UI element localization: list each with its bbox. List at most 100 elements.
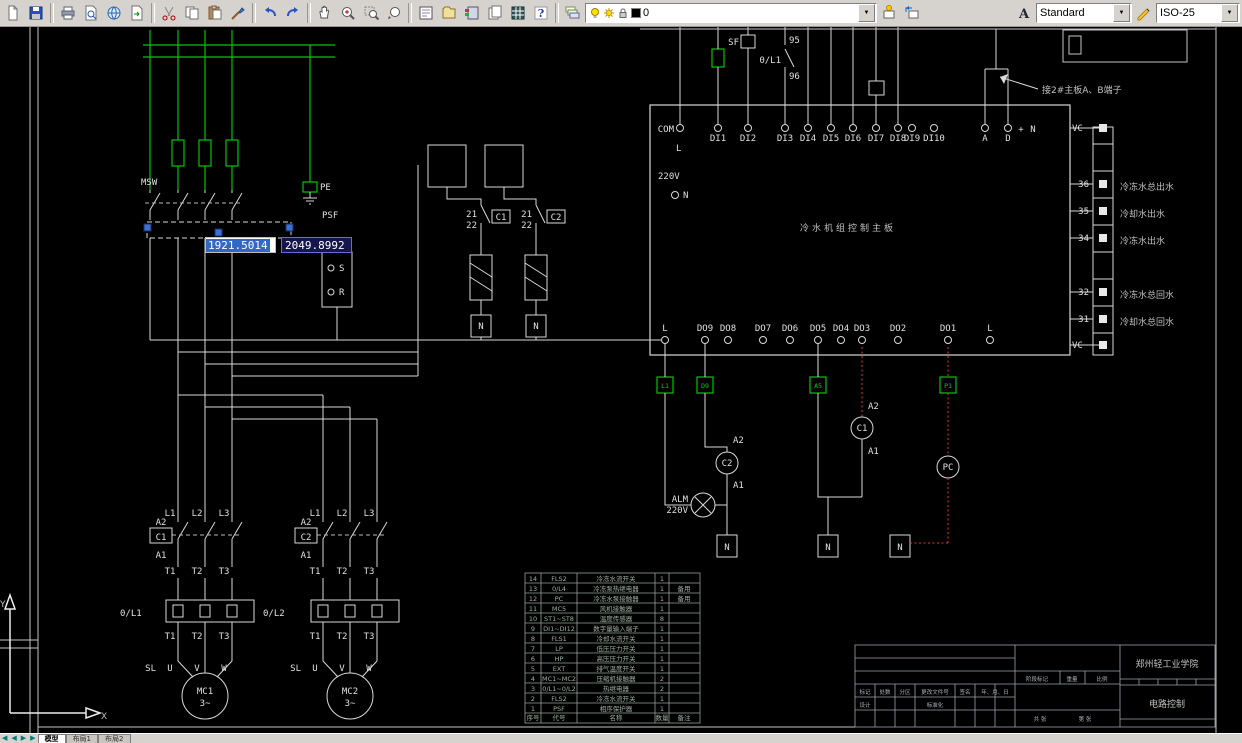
properties-button[interactable] [415, 2, 437, 24]
tab-model[interactable]: 模型 [37, 734, 66, 743]
toolbar-separator [555, 3, 559, 23]
zoom-realtime-button[interactable] [337, 2, 359, 24]
make-layer-current-button[interactable] [878, 2, 900, 24]
tool-palettes-button[interactable] [461, 2, 483, 24]
bom-header: 名称 [610, 713, 624, 722]
svg-text:DI10: DI10 [923, 134, 945, 144]
bom-cell: 高压压力开关 [597, 654, 637, 663]
cut-button[interactable] [158, 2, 180, 24]
bom-cell: 2 [660, 675, 664, 683]
dynamic-input-x-value: 1921.5014 [206, 238, 270, 252]
bom-cell: 冷冻水流开关 [597, 574, 637, 583]
svg-text:DI1: DI1 [710, 134, 726, 144]
layer-combo-arrow[interactable]: ▼ [858, 4, 875, 22]
svg-text:C2: C2 [722, 459, 733, 469]
title-block-cell: 处数 [879, 688, 891, 696]
svg-text:21: 21 [521, 210, 532, 220]
tab-layout2[interactable]: 布局2 [98, 734, 131, 743]
bom-table: 14 FLS2 冷冻水流开关 1 13 0/L4 冷冻泵热继电器 1 备用 12 PC 冷冻水泵接… [527, 574, 692, 722]
grip [214, 228, 223, 237]
tab-nav-last-icon[interactable]: ▶ [28, 734, 37, 743]
tab-nav-prev-icon[interactable]: ◀ [9, 734, 18, 743]
svg-text:32: 32 [1078, 288, 1089, 298]
svg-text:A: A [1018, 7, 1030, 21]
bom-cell: 冷冻水泵接触器 [593, 594, 639, 603]
undo-button[interactable] [259, 2, 281, 24]
bom-cell: 排气温度开关 [597, 664, 637, 673]
dynamic-input-y[interactable]: 2049.8992 [281, 237, 352, 253]
publish-button[interactable] [103, 2, 125, 24]
dim-style-combo[interactable]: ISO-25 ▼ [1156, 3, 1240, 23]
svg-text:C2: C2 [551, 213, 562, 223]
svg-text:DO2: DO2 [890, 324, 906, 334]
svg-text:T1: T1 [310, 632, 321, 642]
sheetset-manager-button[interactable] [484, 2, 506, 24]
bom-header: 数量 [656, 713, 670, 722]
title-block-cell: 阶段标记 [1026, 675, 1049, 683]
pan-button[interactable] [314, 2, 336, 24]
selection-grips[interactable] [143, 223, 294, 237]
text-style-button[interactable]: A [1013, 2, 1035, 24]
copy-button[interactable] [181, 2, 203, 24]
title-block-drawing-title: 电路控制 [1149, 698, 1185, 710]
power-feed-lines [143, 30, 957, 394]
svg-text:V: V [194, 664, 200, 674]
text-style-combo-arrow[interactable]: ▼ [1113, 4, 1130, 22]
bom-cell: 3 [531, 685, 535, 693]
svg-text:L1: L1 [165, 509, 176, 519]
zoom-window-button[interactable] [360, 2, 382, 24]
tab-nav-first-icon[interactable]: ◀ [0, 734, 9, 743]
toolbar-separator [408, 3, 412, 23]
dynamic-input-x[interactable]: 1921.5014 [205, 237, 276, 253]
title-block-cell: 设计 [859, 701, 871, 709]
bom-cell: 1 [660, 625, 664, 633]
svg-text:PE: PE [320, 183, 331, 193]
match-properties-button[interactable] [227, 2, 249, 24]
calculator-button[interactable] [507, 2, 529, 24]
svg-text:T3: T3 [219, 567, 230, 577]
text-style-combo[interactable]: Standard ▼ [1036, 3, 1132, 23]
svg-text:冷却水出水: 冷却水出水 [1120, 208, 1165, 220]
svg-text:DI3: DI3 [777, 134, 793, 144]
plot-button[interactable] [57, 2, 79, 24]
bom-header: 代号 [553, 713, 567, 722]
bom-cell: 1 [660, 645, 664, 653]
layer-combo[interactable]: 0 ▼ [585, 3, 877, 23]
bom-cell: 7 [531, 645, 535, 653]
svg-text:L3: L3 [219, 509, 230, 519]
redo-button[interactable] [282, 2, 304, 24]
dim-style-combo-arrow[interactable]: ▼ [1221, 4, 1238, 22]
tab-layout1[interactable]: 布局1 [65, 734, 99, 743]
schematic-svg[interactable]: Y X MSW PE PSF S R 21 22 C1 21 22 C2 N N [0, 27, 1242, 733]
svg-text:A1: A1 [156, 551, 167, 561]
bom-cell: ST1~ST8 [544, 615, 574, 623]
svg-text:DI9: DI9 [904, 134, 920, 144]
svg-text:N: N [825, 543, 830, 553]
svg-text:S: S [339, 264, 344, 274]
title-block-school: 郑州轻工业学院 [1135, 658, 1198, 670]
layer-properties-button[interactable] [562, 2, 584, 24]
help-button[interactable]: ? [530, 2, 552, 24]
svg-text:T1: T1 [310, 567, 321, 577]
svg-text:V: V [339, 664, 345, 674]
layer-previous-button[interactable] [901, 2, 923, 24]
new-button[interactable] [2, 2, 24, 24]
tab-nav-next-icon[interactable]: ▶ [19, 734, 28, 743]
drawing-area[interactable]: Y X MSW PE PSF S R 21 22 C1 21 22 C2 N N [0, 27, 1242, 733]
svg-text:VC: VC [1072, 124, 1083, 134]
svg-text:L: L [662, 324, 667, 334]
svg-text:3~: 3~ [345, 699, 356, 709]
zoom-previous-button[interactable] [383, 2, 405, 24]
designcenter-button[interactable] [438, 2, 460, 24]
etransmit-button[interactable] [126, 2, 148, 24]
title-block-cell: 更改文件号 [921, 688, 949, 696]
bom-cell: 压缩机接触器 [597, 674, 637, 683]
plot-preview-button[interactable] [80, 2, 102, 24]
dim-style-button[interactable] [1133, 2, 1155, 24]
title-block-cell: 比例 [1096, 675, 1108, 683]
toolbar-separator [50, 3, 54, 23]
save-button[interactable] [25, 2, 47, 24]
paste-button[interactable] [204, 2, 226, 24]
svg-text:SL: SL [290, 664, 301, 674]
title-block: 标记 处数 分区 更改文件号 签名 年、月、日 设计 标准化 阶段标记 重量 比… [859, 658, 1198, 723]
